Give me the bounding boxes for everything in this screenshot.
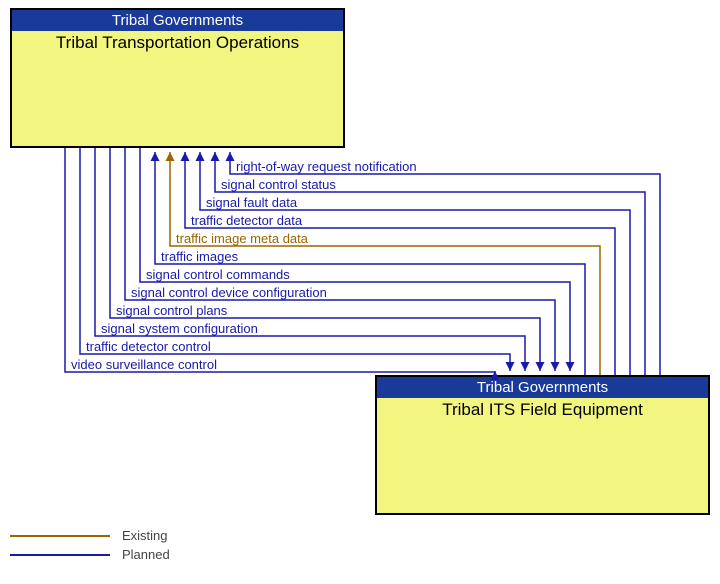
flow-label-to-top-1: signal control status [221, 177, 336, 192]
flow-label-to-bottom-3: signal system configuration [101, 321, 258, 336]
flow-label-to-top-3: traffic detector data [191, 213, 302, 228]
flow-label-to-bottom-0: signal control commands [146, 267, 290, 282]
legend-line-planned [10, 554, 110, 556]
flow-label-to-top-5: traffic images [161, 249, 238, 264]
legend-row-planned: Planned [10, 547, 170, 562]
node-bottom: Tribal Governments Tribal ITS Field Equi… [375, 375, 710, 515]
legend: Existing Planned [10, 528, 170, 566]
flow-label-to-top-2: signal fault data [206, 195, 297, 210]
legend-label-existing: Existing [122, 528, 168, 543]
flow-label-to-top-0: right-of-way request notification [236, 159, 417, 174]
flow-label-to-bottom-1: signal control device configuration [131, 285, 327, 300]
node-top-title: Tribal Transportation Operations [12, 31, 343, 55]
flow-label-to-top-4: traffic image meta data [176, 231, 308, 246]
legend-row-existing: Existing [10, 528, 170, 543]
legend-label-planned: Planned [122, 547, 170, 562]
flow-label-to-bottom-2: signal control plans [116, 303, 227, 318]
legend-line-existing [10, 535, 110, 537]
flow-label-to-bottom-5: video surveillance control [71, 357, 217, 372]
node-bottom-title: Tribal ITS Field Equipment [377, 398, 708, 422]
node-top-header: Tribal Governments [12, 10, 343, 31]
node-bottom-header: Tribal Governments [377, 377, 708, 398]
flow-label-to-bottom-4: traffic detector control [86, 339, 211, 354]
node-top: Tribal Governments Tribal Transportation… [10, 8, 345, 148]
